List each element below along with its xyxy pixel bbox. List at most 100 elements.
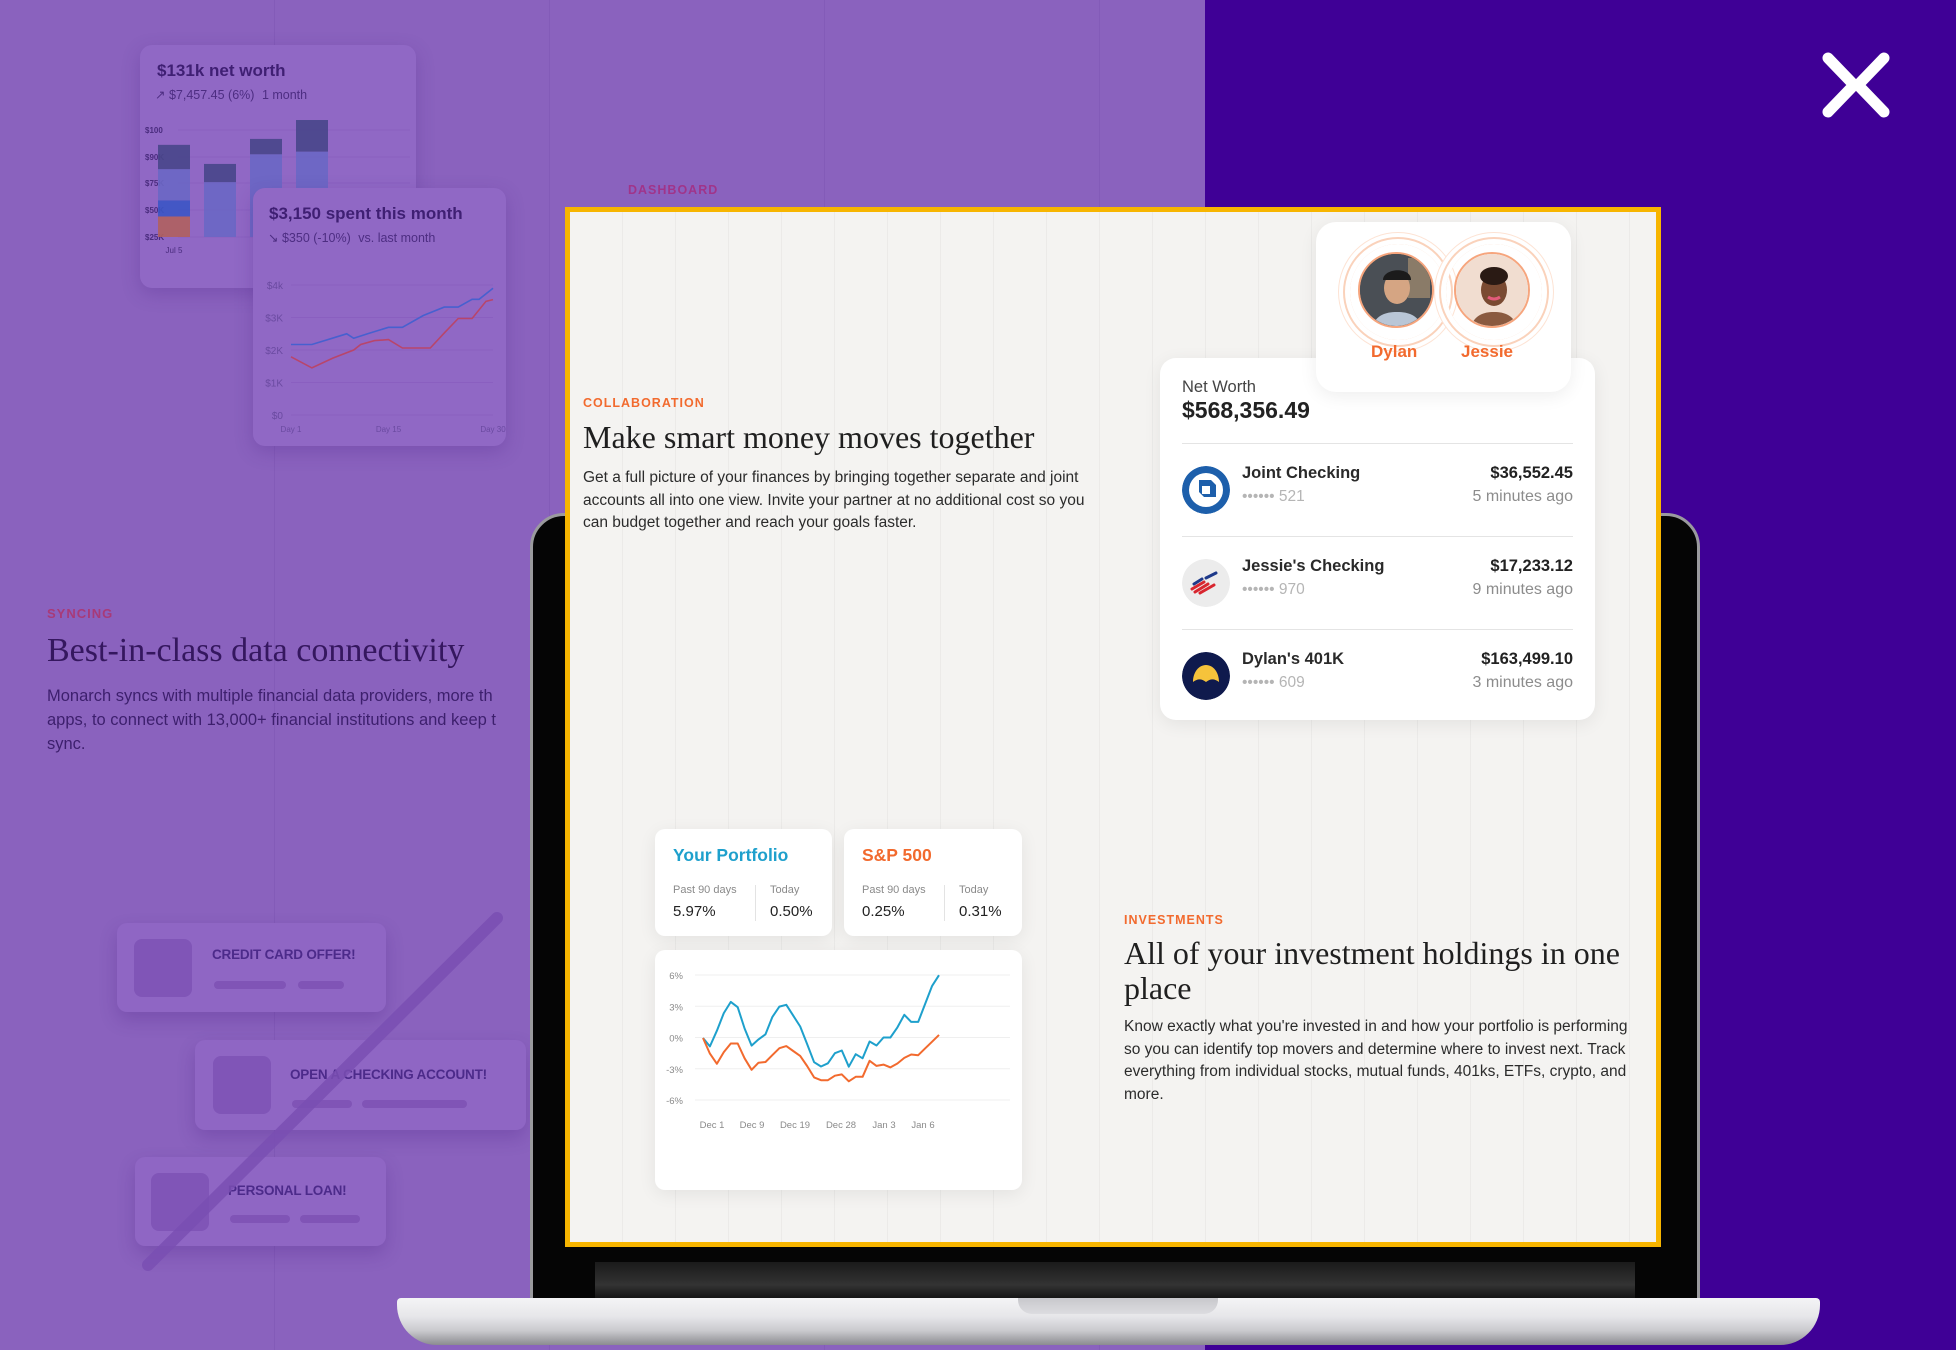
partner-avatar-jessie[interactable] bbox=[1446, 244, 1542, 340]
ad-placeholder-bar bbox=[214, 981, 286, 989]
bar-segment bbox=[158, 216, 190, 237]
ad-card-personal-loan: PERSONAL LOAN! bbox=[135, 1157, 386, 1246]
ad-thumbnail bbox=[213, 1056, 271, 1114]
bar-segment bbox=[296, 120, 328, 152]
performance-title: Your Portfolio bbox=[673, 845, 789, 865]
syncing-body-line: Monarch syncs with multiple financial da… bbox=[47, 687, 493, 705]
partners-card: Dylan Jessie bbox=[1316, 222, 1571, 392]
net-worth-card: Net Worth $568,356.49 Joint Checking •••… bbox=[1160, 358, 1595, 720]
y-tick-label: -3% bbox=[666, 1065, 683, 1076]
account-updated: 5 minutes ago bbox=[1472, 488, 1573, 505]
ad-thumbnail bbox=[151, 1173, 209, 1231]
syncing-body-line: apps, to connect with 13,000+ financial … bbox=[47, 711, 497, 729]
today-value: 0.31% bbox=[959, 903, 1002, 920]
y-tick-label: 3% bbox=[669, 1002, 683, 1013]
net-worth-label: Net Worth bbox=[1182, 378, 1256, 396]
this-month-line bbox=[291, 287, 494, 346]
syncing-heading: Best-in-class data connectivity bbox=[47, 632, 465, 669]
account-mask: •••••• 609 bbox=[1242, 674, 1305, 691]
person-photo-icon bbox=[1360, 254, 1432, 326]
today-label: Today bbox=[959, 884, 989, 896]
performance-title: S&P 500 bbox=[862, 845, 932, 865]
bar-segment bbox=[158, 169, 190, 201]
syncing-body-line: sync. bbox=[47, 735, 86, 753]
account-row[interactable]: Joint Checking •••••• 521 $36,552.45 5 m… bbox=[1182, 443, 1573, 536]
today-label: Today bbox=[770, 884, 800, 896]
ad-label: CREDIT CARD OFFER! bbox=[212, 947, 356, 962]
bar-segment bbox=[250, 138, 282, 155]
net-worth-title: $131k net worth bbox=[157, 61, 286, 80]
divider bbox=[755, 885, 756, 921]
x-tick-label: Dec 9 bbox=[740, 1120, 765, 1131]
spending-change: ↘ $350 (-10%) vs. last month bbox=[268, 230, 435, 245]
bar-segment bbox=[158, 144, 190, 170]
investments-eyebrow: INVESTMENTS bbox=[1124, 913, 1224, 927]
change-value: $350 (-10%) bbox=[281, 231, 351, 245]
sp500-series-line bbox=[702, 1034, 940, 1083]
chase-bank-icon bbox=[1182, 466, 1230, 514]
ad-card-checking: OPEN A CHECKING ACCOUNT! bbox=[195, 1040, 526, 1130]
collaboration-eyebrow: COLLABORATION bbox=[583, 396, 705, 410]
ad-card-credit-card: CREDIT CARD OFFER! bbox=[117, 923, 386, 1012]
laptop-notch bbox=[1018, 1298, 1218, 1314]
laptop-hinge bbox=[595, 1262, 1635, 1300]
account-name: Jessie's Checking bbox=[1242, 557, 1385, 575]
past-90-days-label: Past 90 days bbox=[673, 884, 737, 896]
y-tick-label: $4k bbox=[267, 281, 284, 292]
spending-line-chart: $0 $1K $2K $3K $4k Day 1 Day 15 Day 30 bbox=[265, 281, 506, 434]
change-period: 1 month bbox=[261, 88, 308, 102]
past-90-days-value: 0.25% bbox=[862, 903, 905, 920]
account-updated: 3 minutes ago bbox=[1472, 674, 1573, 691]
bank-of-america-icon bbox=[1182, 559, 1230, 607]
account-name: Joint Checking bbox=[1242, 464, 1361, 482]
ad-placeholder-bar bbox=[362, 1100, 467, 1108]
dashboard-section-label: DASHBOARD bbox=[628, 183, 719, 197]
past-90-days-value: 5.97% bbox=[673, 903, 716, 920]
performance-chart-card: 6% 3% 0% -3% -6% Dec 1 Dec 9 Dec 19 Dec 28 Jan 3 J… bbox=[655, 950, 1022, 1190]
x-tick-label: Dec 28 bbox=[826, 1120, 856, 1131]
x-tick-label: Dec 19 bbox=[780, 1120, 810, 1131]
laptop-screen: COLLABORATION Make smart money moves tog… bbox=[565, 207, 1661, 1247]
x-tick-label: Jan 6 bbox=[911, 1120, 934, 1131]
y-tick-label: $100 bbox=[145, 126, 163, 135]
person-photo-icon bbox=[1456, 254, 1528, 326]
y-tick-label: -6% bbox=[666, 1096, 683, 1107]
arrow-up-right-icon: ↗ bbox=[155, 88, 166, 102]
x-tick-label: Day 30 bbox=[480, 425, 506, 434]
x-tick-label: Jan 3 bbox=[872, 1120, 895, 1131]
ad-placeholder-bar bbox=[300, 1215, 360, 1223]
ad-label: PERSONAL LOAN! bbox=[228, 1183, 347, 1198]
divider bbox=[944, 885, 945, 921]
collaboration-body: Get a full picture of your finances by b… bbox=[583, 469, 1085, 531]
performance-line-chart: 6% 3% 0% -3% -6% Dec 1 Dec 9 Dec 19 Dec 28 Jan 3 J… bbox=[666, 971, 1010, 1131]
partner-avatar-dylan[interactable] bbox=[1350, 244, 1446, 340]
spending-card: $3,150 spent this month ↘ $350 (-10%) vs… bbox=[253, 188, 506, 446]
spending-title: $3,150 spent this month bbox=[269, 204, 463, 223]
net-worth-value: $568,356.49 bbox=[1182, 397, 1310, 423]
x-tick-label: Jul 5 bbox=[166, 246, 183, 255]
ad-thumbnail bbox=[134, 939, 192, 997]
y-tick-label: $2K bbox=[265, 346, 283, 357]
partner-name: Dylan bbox=[1371, 342, 1418, 361]
syncing-body: Monarch syncs with multiple financial da… bbox=[47, 684, 567, 764]
last-month-line bbox=[290, 298, 494, 369]
bar-segment bbox=[204, 182, 236, 237]
ad-label: OPEN A CHECKING ACCOUNT! bbox=[290, 1067, 487, 1082]
account-mask: •••••• 521 bbox=[1242, 488, 1305, 505]
past-90-days-label: Past 90 days bbox=[862, 884, 926, 896]
y-tick-label: 0% bbox=[669, 1034, 683, 1045]
y-tick-label: $1K bbox=[265, 379, 283, 390]
account-row[interactable]: Jessie's Checking •••••• 970 $17,233.12 … bbox=[1182, 536, 1573, 629]
ad-placeholder-bar bbox=[298, 981, 344, 989]
change-value: $7,457.45 (6%) bbox=[168, 88, 255, 102]
x-tick-label: Day 1 bbox=[281, 425, 302, 434]
ad-placeholder-bar bbox=[230, 1215, 290, 1223]
x-tick-label: Day 15 bbox=[376, 425, 402, 434]
account-row[interactable]: Dylan's 401K •••••• 609 $163,499.10 3 mi… bbox=[1182, 629, 1573, 722]
account-balance: $17,233.12 bbox=[1490, 557, 1573, 575]
retirement-provider-icon bbox=[1182, 652, 1230, 700]
y-tick-label: $0 bbox=[272, 411, 284, 422]
bar-segment bbox=[158, 200, 190, 217]
account-updated: 9 minutes ago bbox=[1472, 581, 1573, 598]
x-logo-icon bbox=[1822, 52, 1890, 118]
